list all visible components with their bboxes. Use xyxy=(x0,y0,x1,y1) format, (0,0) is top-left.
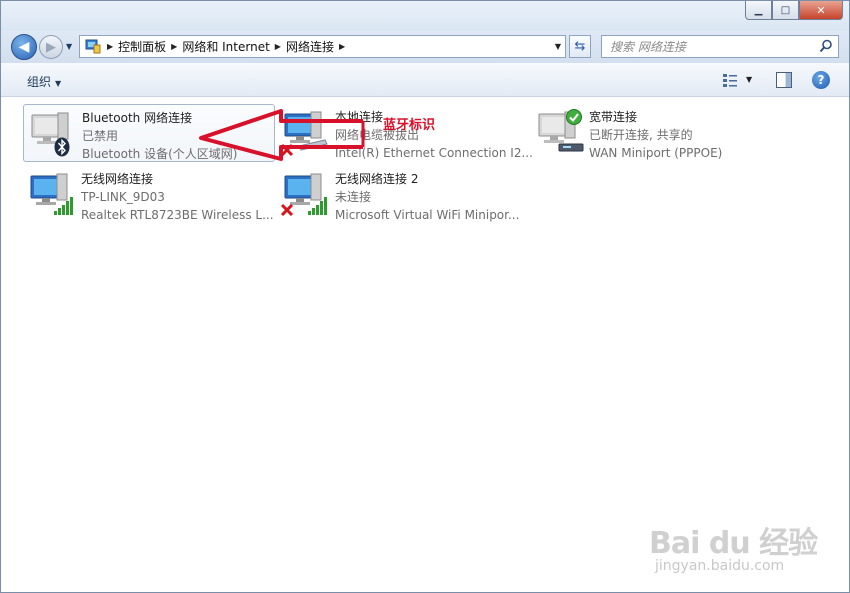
baidu-watermark: Bai du 经验 jingyan.baidu.com xyxy=(649,504,839,584)
network-computer-icon xyxy=(31,112,69,144)
navigation-bar: ◀ ▶ ▼ ▶ 控制面板 ▶ 网络和 Internet ▶ 网络连接 ▶ ▼ ⇆ xyxy=(1,31,849,63)
network-connections-window: ▁ □ ✕ ◀ ▶ ▼ ▶ 控制面板 ▶ 网络和 Internet ▶ 网络连接… xyxy=(0,0,850,593)
address-bar[interactable]: ▶ 控制面板 ▶ 网络和 Internet ▶ 网络连接 ▶ ▼ xyxy=(79,35,566,58)
chevron-down-icon: ▼ xyxy=(55,79,62,88)
search-icon[interactable] xyxy=(819,39,833,53)
connection-device: Realtek RTL8723BE Wireless L... xyxy=(81,208,274,222)
breadcrumb-separator[interactable]: ▶ xyxy=(171,42,177,51)
maximize-button[interactable]: □ xyxy=(772,1,799,20)
breadcrumb-separator[interactable]: ▶ xyxy=(275,42,281,51)
forward-button[interactable]: ▶ xyxy=(39,35,63,59)
breadcrumb-control-panel[interactable]: 控制面板 xyxy=(118,38,166,55)
preview-pane-icon[interactable] xyxy=(776,72,792,88)
breadcrumb-separator[interactable]: ▶ xyxy=(107,42,113,51)
chevron-down-icon: ▼ xyxy=(66,42,73,51)
recent-pages-button[interactable]: ▼ xyxy=(66,42,72,51)
arrow-right-icon: ▶ xyxy=(46,39,56,55)
minimize-button[interactable]: ▁ xyxy=(745,1,772,20)
bluetooth-icon xyxy=(54,137,70,157)
organize-menu-button[interactable]: 组织 ▼ xyxy=(27,73,61,90)
address-dropdown-icon[interactable]: ▼ xyxy=(555,42,561,51)
connection-text: 无线网络连接 2 未连接 Microsoft Virtual WiFi Mini… xyxy=(335,170,530,224)
caption-buttons: ▁ □ ✕ xyxy=(745,1,843,21)
connection-name: 无线网络连接 xyxy=(81,172,154,186)
connection-name: 宽带连接 xyxy=(589,110,638,124)
connection-name: 无线网络连接 2 xyxy=(335,172,419,186)
annotation-label: 蓝牙标识 xyxy=(383,118,436,133)
organize-label: 组织 xyxy=(27,75,52,89)
arrow-left-icon: ◀ xyxy=(18,39,30,55)
watermark-logo-text: Bai du 经验 xyxy=(649,526,818,561)
connection-text: 宽带连接 已断开连接, 共享的 WAN Miniport (PPPOE) xyxy=(589,108,784,162)
red-x-icon xyxy=(280,203,294,217)
command-bar: 组织 ▼ ▼ ? xyxy=(1,63,849,97)
signal-bars-icon xyxy=(54,197,73,215)
connection-item-wireless-2[interactable]: 无线网络连接 2 未连接 Microsoft Virtual WiFi Mini… xyxy=(277,166,529,224)
watermark-url: jingyan.baidu.com xyxy=(655,558,785,574)
search-input[interactable] xyxy=(610,37,810,57)
breadcrumb-network-internet[interactable]: 网络和 Internet xyxy=(182,38,269,55)
connection-item-broadband[interactable]: 宽带连接 已断开连接, 共享的 WAN Miniport (PPPOE) xyxy=(531,104,783,162)
view-options-dropdown-icon[interactable]: ▼ xyxy=(746,75,752,84)
breadcrumb-separator[interactable]: ▶ xyxy=(339,42,345,51)
search-box[interactable] xyxy=(601,35,839,58)
refresh-icon: ⇆ xyxy=(574,39,586,54)
connection-status: 已断开连接, 共享的 xyxy=(589,128,693,142)
connection-device: WAN Miniport (PPPOE) xyxy=(589,146,723,160)
green-check-icon xyxy=(566,109,582,125)
signal-bars-icon xyxy=(308,197,327,215)
close-button[interactable]: ✕ xyxy=(799,1,843,20)
refresh-button[interactable]: ⇆ xyxy=(569,35,591,58)
connection-status: TP-LINK_9D03 xyxy=(81,190,165,204)
connection-item-wireless[interactable]: 无线网络连接 TP-LINK_9D03 Realtek RTL8723BE Wi… xyxy=(23,166,275,224)
connection-device: Microsoft Virtual WiFi Minipor... xyxy=(335,208,520,222)
help-icon[interactable]: ? xyxy=(812,71,830,89)
change-view-icon[interactable] xyxy=(722,72,738,88)
connection-text: 无线网络连接 TP-LINK_9D03 Realtek RTL8723BE Wi… xyxy=(81,170,276,224)
connection-status: 未连接 xyxy=(335,190,372,204)
back-button[interactable]: ◀ xyxy=(11,34,37,60)
breadcrumb-network-connections[interactable]: 网络连接 xyxy=(286,38,334,55)
title-bar[interactable]: ▁ □ ✕ xyxy=(1,1,849,31)
control-panel-icon xyxy=(84,39,102,55)
annotation-arrow-icon xyxy=(199,109,365,161)
